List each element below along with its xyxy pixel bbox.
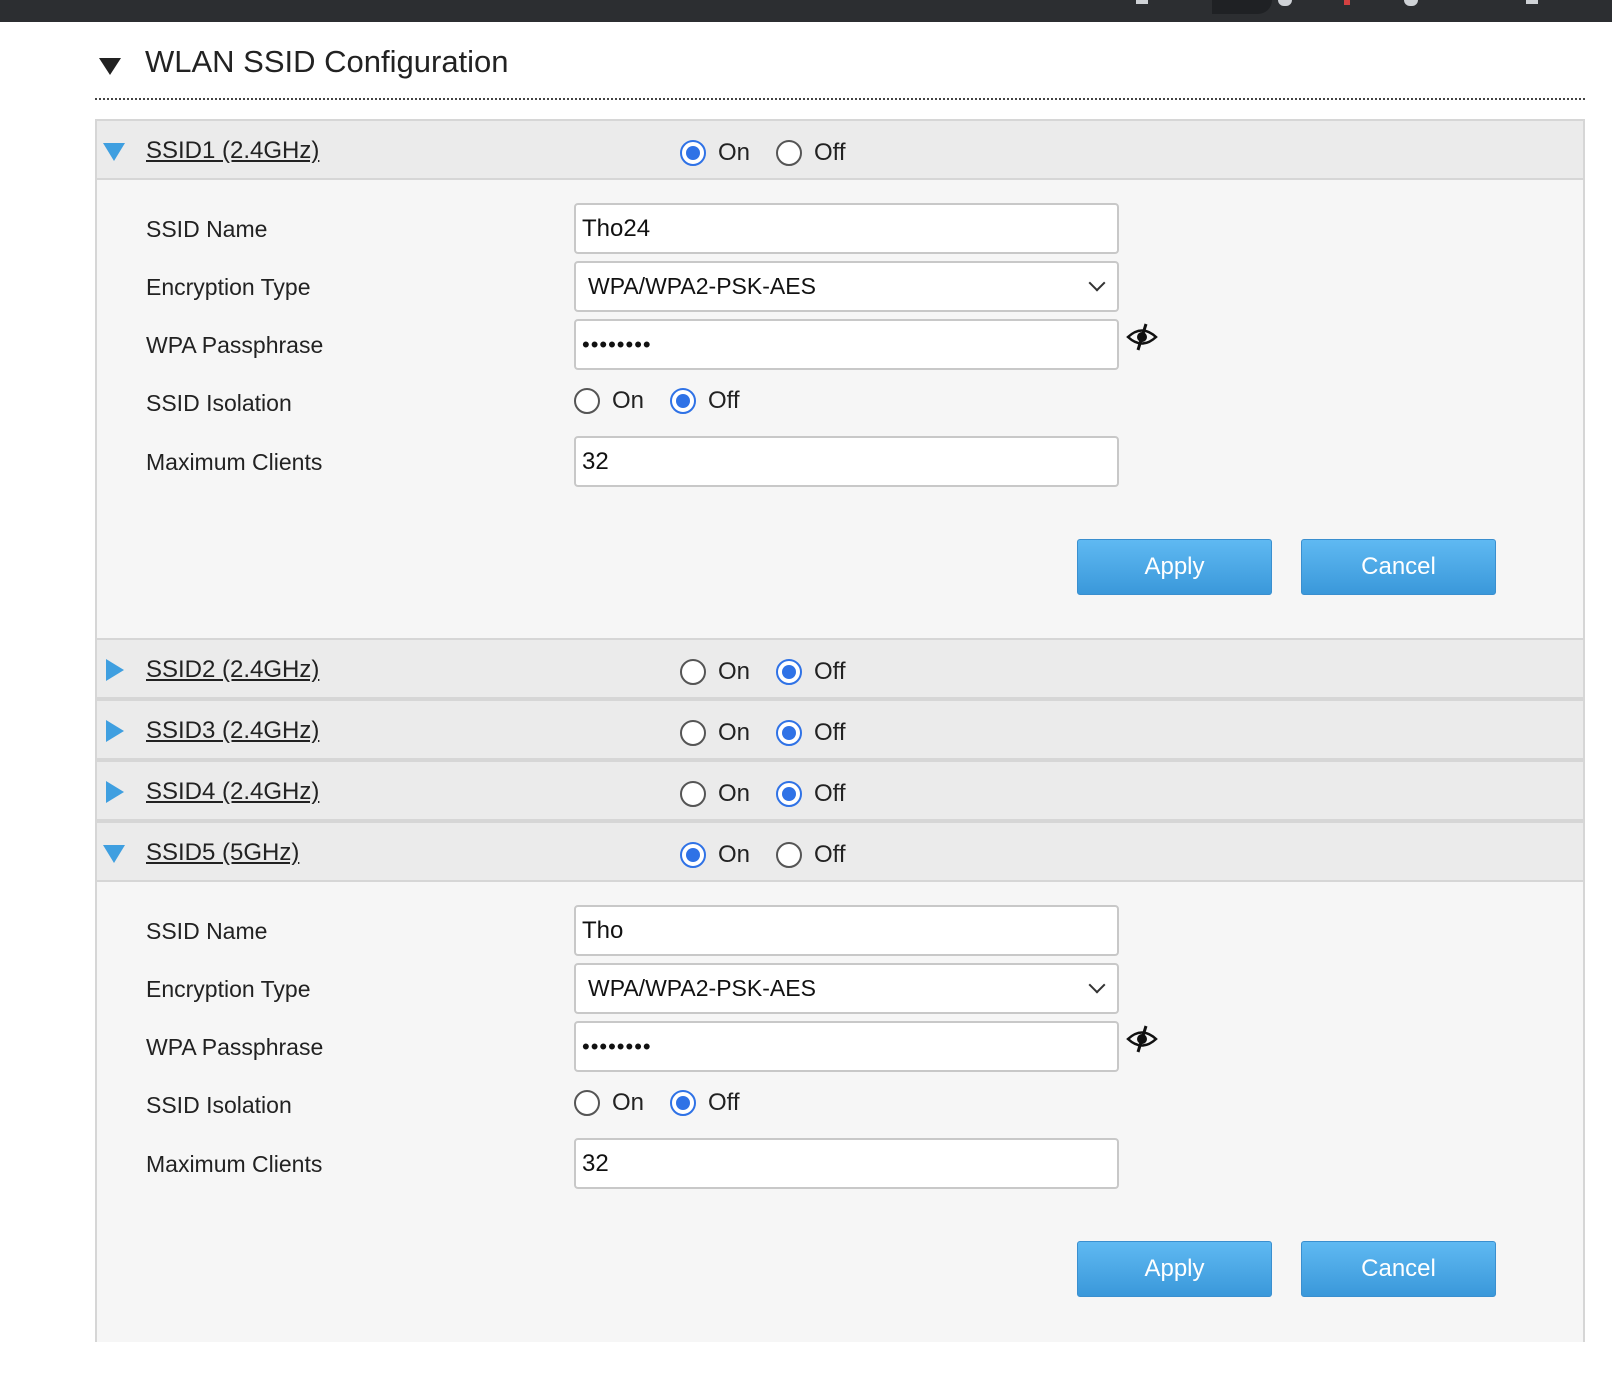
toolbar-icon[interactable]: [1526, 0, 1538, 4]
ssid1-settings: SSID Name Tho24 Encryption Type WPA/WPA2…: [97, 180, 1583, 638]
ssid5-cancel-button[interactable]: Cancel: [1301, 1241, 1496, 1297]
ssid2-link[interactable]: SSID2 (2.4GHz): [146, 656, 319, 684]
encryption-type-label: Encryption Type: [146, 274, 311, 300]
ssid-panel: SSID1 (2.4GHz) On Off SSID Name Tho24 En…: [95, 119, 1585, 1342]
ssid1-cancel-button[interactable]: Cancel: [1301, 539, 1496, 595]
expanded-caret-icon[interactable]: [103, 143, 125, 161]
ssid5-on-radio[interactable]: [680, 842, 706, 868]
toolbar-icon[interactable]: [1136, 0, 1148, 4]
wpa-passphrase-label: WPA Passphrase: [146, 332, 324, 358]
ssid1-passphrase-input[interactable]: ••••••••: [574, 319, 1119, 370]
ssid5-isolation-on-radio[interactable]: [574, 1090, 600, 1116]
chevron-down-icon: [1088, 976, 1106, 994]
on-label: On: [718, 139, 751, 166]
ssid-row-5: SSID5 (5GHz) On Off: [97, 821, 1583, 882]
collapsed-caret-icon[interactable]: [106, 781, 124, 803]
on-label: On: [718, 719, 751, 746]
ssid5-enable-group: On Off: [680, 841, 872, 869]
off-label: Off: [814, 658, 846, 685]
show-password-eye-icon[interactable]: [1125, 1024, 1159, 1054]
off-label: Off: [814, 780, 846, 807]
wpa-passphrase-label: WPA Passphrase: [146, 1034, 324, 1060]
ssid5-encryption-select[interactable]: WPA/WPA2-PSK-AES: [574, 963, 1119, 1014]
ssid5-isolation-off-radio[interactable]: [670, 1090, 697, 1116]
maximum-clients-label: Maximum Clients: [146, 449, 323, 475]
ssid5-name-input[interactable]: Tho: [574, 905, 1119, 956]
chevron-down-icon: [1088, 274, 1106, 292]
off-label: Off: [814, 719, 846, 746]
encryption-type-label: Encryption Type: [146, 976, 311, 1002]
collapsed-caret-icon[interactable]: [106, 659, 124, 681]
ssid-row-4: SSID4 (2.4GHz) On Off: [97, 760, 1583, 821]
extension-icon[interactable]: [1344, 0, 1350, 5]
ssid3-off-radio[interactable]: [776, 720, 803, 746]
ssid5-max-clients-input[interactable]: 32: [574, 1138, 1119, 1189]
collapsed-caret-icon[interactable]: [106, 720, 124, 742]
ssid1-name-input[interactable]: Tho24: [574, 203, 1119, 254]
on-label: On: [718, 658, 751, 685]
on-label: On: [718, 780, 751, 807]
ssid5-settings: SSID Name Tho Encryption Type WPA/WPA2-P…: [97, 882, 1583, 1342]
ssid1-encryption-select[interactable]: WPA/WPA2-PSK-AES: [574, 261, 1119, 312]
ssid1-apply-button[interactable]: Apply: [1077, 539, 1272, 595]
collapse-triangle-icon[interactable]: [99, 58, 121, 75]
ssid1-encryption-value: WPA/WPA2-PSK-AES: [588, 273, 816, 299]
ssid-isolation-label: SSID Isolation: [146, 1092, 292, 1118]
ssid5-link[interactable]: SSID5 (5GHz): [146, 839, 299, 867]
ssid1-isolation-off-radio[interactable]: [670, 388, 697, 414]
ssid1-max-clients-input[interactable]: 32: [574, 436, 1119, 487]
on-label: On: [718, 841, 751, 868]
ssid1-isolation-group: On Off: [574, 387, 766, 415]
ssid5-passphrase-input[interactable]: ••••••••: [574, 1021, 1119, 1072]
off-label: Off: [708, 387, 740, 414]
ssid2-off-radio[interactable]: [776, 659, 803, 685]
profile-icon[interactable]: [1278, 0, 1292, 6]
ssid-row-1: SSID1 (2.4GHz) On Off: [97, 119, 1583, 180]
maximum-clients-label: Maximum Clients: [146, 1151, 323, 1177]
on-label: On: [612, 1089, 645, 1116]
ssid1-enable-group: On Off: [680, 139, 872, 167]
browser-top-bar: [0, 0, 1612, 22]
off-label: Off: [814, 841, 846, 868]
ssid2-enable-group: On Off: [680, 658, 872, 686]
off-label: Off: [814, 139, 846, 166]
ssid4-enable-group: On Off: [680, 780, 872, 808]
ssid4-off-radio[interactable]: [776, 781, 803, 807]
ssid3-enable-group: On Off: [680, 719, 872, 747]
expanded-caret-icon[interactable]: [103, 845, 125, 863]
ssid5-isolation-group: On Off: [574, 1089, 766, 1117]
section-header: WLAN SSID Configuration: [95, 22, 1585, 100]
ssid1-on-radio[interactable]: [680, 140, 706, 166]
ssid-row-3: SSID3 (2.4GHz) On Off: [97, 699, 1583, 760]
ssid-name-label: SSID Name: [146, 216, 268, 242]
ssid-name-label: SSID Name: [146, 918, 268, 944]
ssid5-off-radio[interactable]: [776, 842, 803, 868]
ssid3-on-radio[interactable]: [680, 720, 706, 746]
off-label: Off: [708, 1089, 740, 1116]
ssid-row-2: SSID2 (2.4GHz) On Off: [97, 638, 1583, 699]
ssid2-on-radio[interactable]: [680, 659, 706, 685]
ssid1-link[interactable]: SSID1 (2.4GHz): [146, 137, 319, 165]
browser-tab-edge: [1212, 0, 1272, 14]
ssid3-link[interactable]: SSID3 (2.4GHz): [146, 717, 319, 745]
on-label: On: [612, 387, 645, 414]
ssid-isolation-label: SSID Isolation: [146, 390, 292, 416]
menu-icon[interactable]: [1404, 0, 1418, 6]
wlan-config-page: WLAN SSID Configuration SSID1 (2.4GHz) O…: [95, 22, 1585, 1342]
ssid5-encryption-value: WPA/WPA2-PSK-AES: [588, 975, 816, 1001]
ssid5-apply-button[interactable]: Apply: [1077, 1241, 1272, 1297]
ssid4-link[interactable]: SSID4 (2.4GHz): [146, 778, 319, 806]
page-title: WLAN SSID Configuration: [145, 44, 509, 79]
ssid1-isolation-on-radio[interactable]: [574, 388, 600, 414]
ssid1-off-radio[interactable]: [776, 140, 803, 166]
ssid4-on-radio[interactable]: [680, 781, 706, 807]
show-password-eye-icon[interactable]: [1125, 322, 1159, 352]
